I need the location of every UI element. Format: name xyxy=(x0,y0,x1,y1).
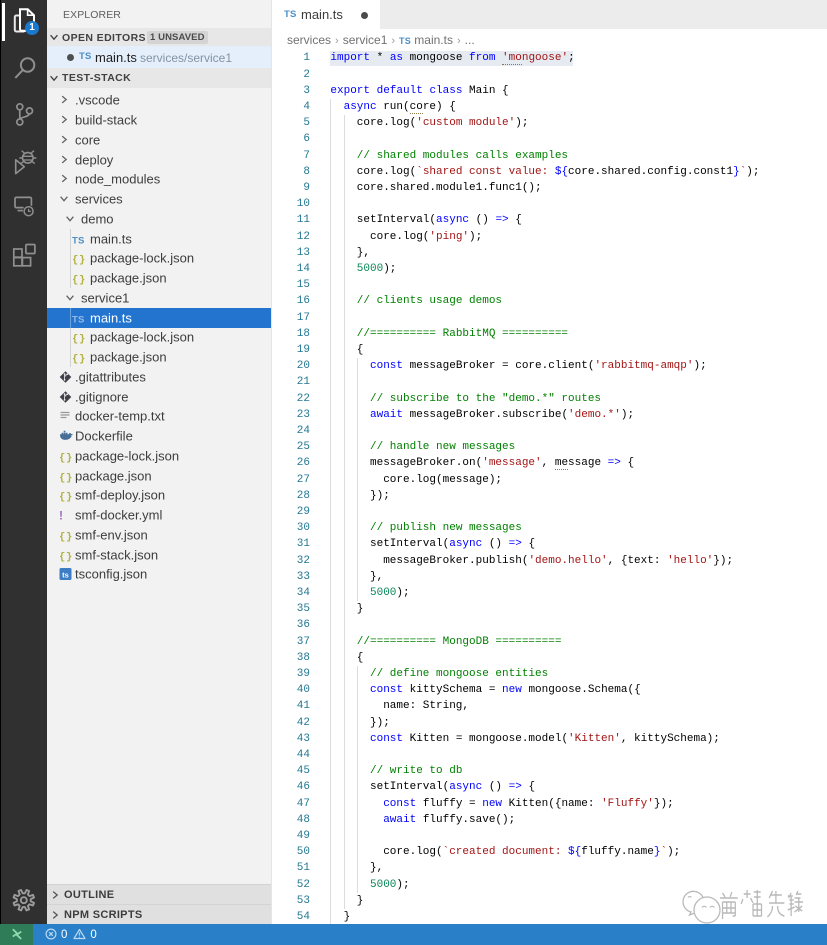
svg-text:ts: ts xyxy=(62,571,69,580)
